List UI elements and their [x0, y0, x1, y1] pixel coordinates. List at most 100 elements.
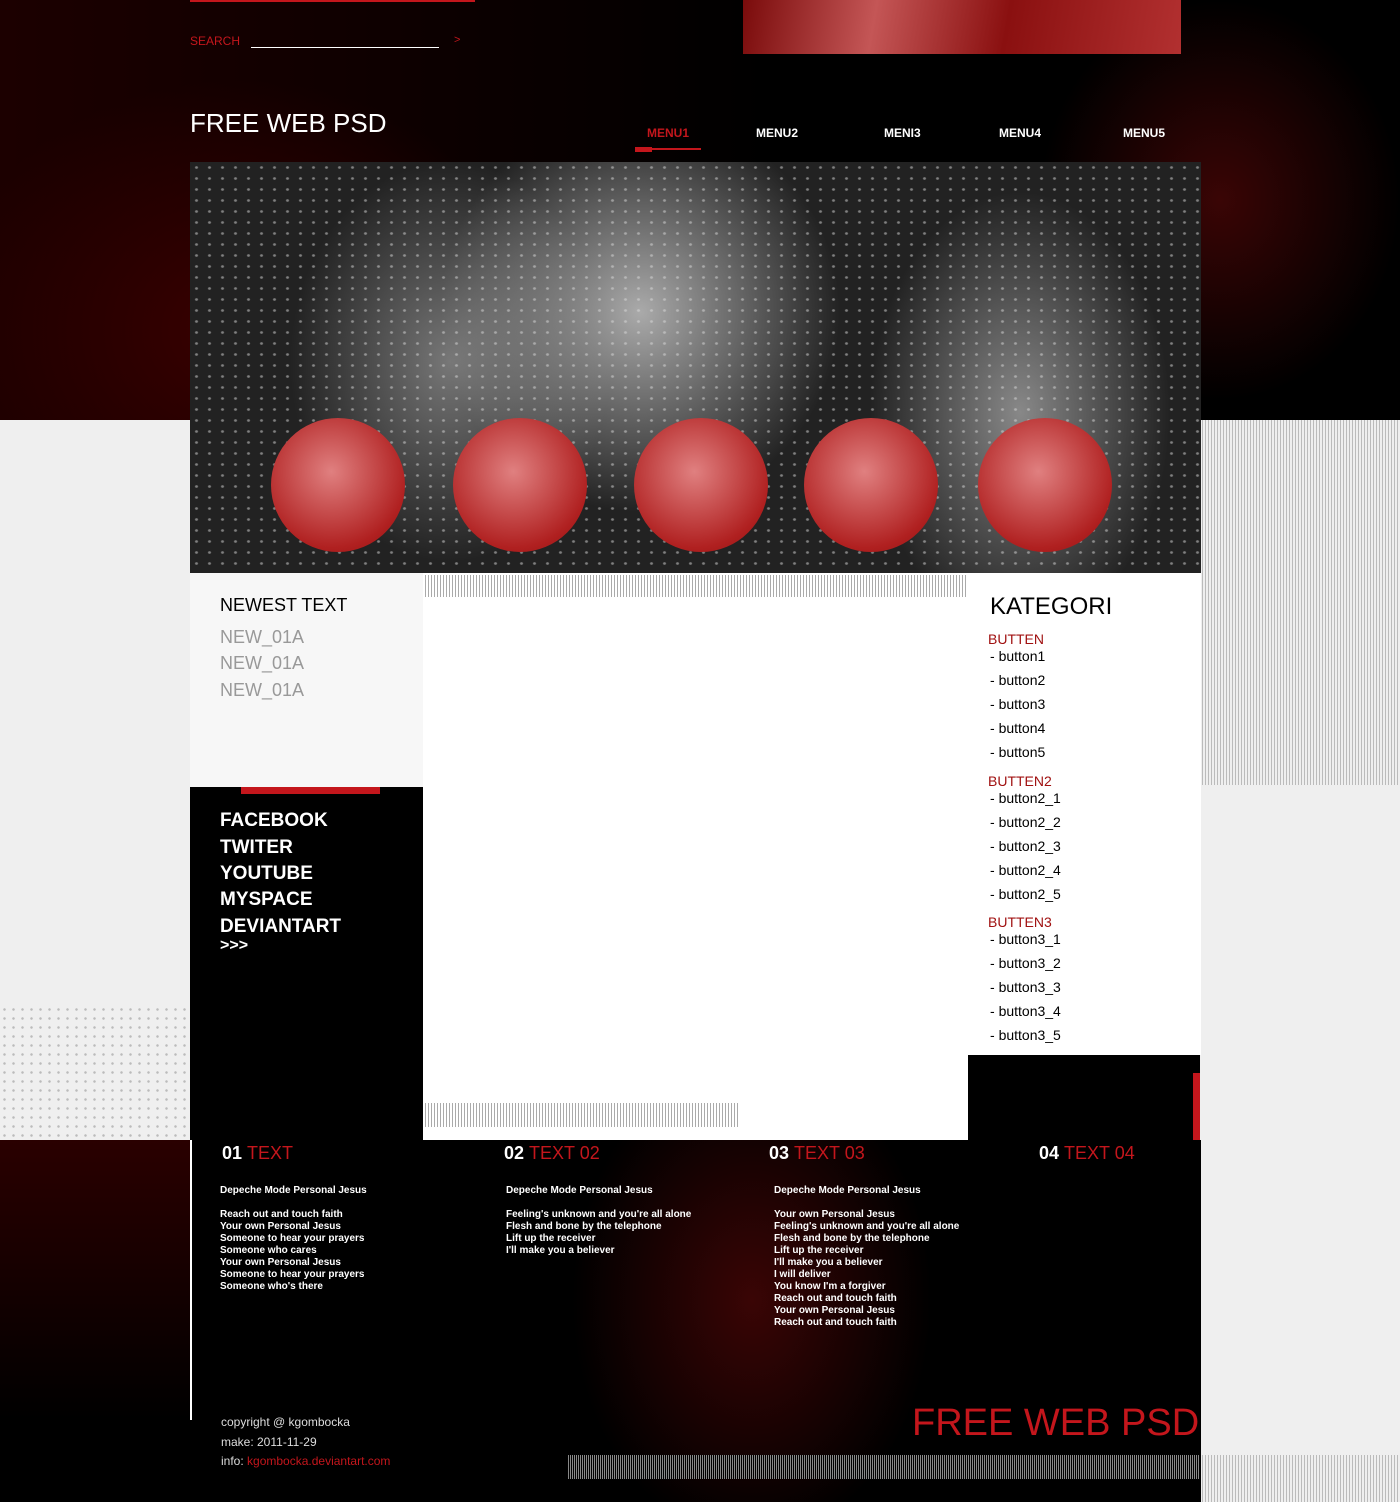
menu-item-4[interactable]: MENU4: [999, 126, 1041, 140]
bullet: -: [990, 931, 999, 947]
bullet: -: [990, 862, 999, 878]
kategori-item-label: button2_2: [998, 814, 1061, 830]
kategori-item[interactable]: - button3_4: [990, 1003, 1061, 1019]
column-number: 02: [504, 1143, 525, 1163]
kategori-item[interactable]: - button3_2: [990, 955, 1061, 971]
bullet: -: [990, 814, 999, 830]
search-submit-button[interactable]: >: [454, 34, 460, 46]
bullet: -: [990, 790, 999, 806]
info-label: info:: [221, 1454, 248, 1468]
column-title-4: 04 TEXT 04: [1039, 1143, 1135, 1164]
info-link[interactable]: kgombocka.deviantart.com: [247, 1454, 390, 1468]
kategori-item[interactable]: - button2_1: [990, 790, 1061, 806]
active-menu-marker: [635, 147, 652, 152]
kategori-item-label: button3_3: [998, 979, 1061, 995]
menu-item-5[interactable]: MENU5: [1123, 126, 1165, 140]
slider-thumb-4[interactable]: [804, 418, 938, 552]
stripe-pattern: [425, 575, 968, 597]
stripe-pattern: [1202, 420, 1400, 785]
divider: [190, 1140, 192, 1420]
menu-item-3[interactable]: MENI3: [884, 126, 921, 140]
bullet: -: [990, 886, 999, 902]
left-bottom-gradient: [0, 1140, 190, 1420]
bullet: -: [990, 1003, 999, 1019]
kategori-item[interactable]: - button3_3: [990, 979, 1061, 995]
bullet: -: [990, 720, 999, 736]
bullet: -: [990, 672, 999, 688]
make-date: make: 2011-11-29: [221, 1434, 317, 1449]
social-myspace[interactable]: MYSPACE: [220, 889, 313, 911]
column-title-1: 01 TEXT: [222, 1143, 293, 1164]
kategori-item[interactable]: - button3_1: [990, 931, 1061, 947]
newest-item[interactable]: NEW_01A: [220, 653, 304, 674]
social-accent-bar: [241, 787, 380, 794]
kategori-group-label: BUTTEN2: [988, 773, 1052, 789]
bullet: -: [990, 955, 999, 971]
kategori-item-label: button3_1: [998, 931, 1061, 947]
column-number: 03: [769, 1143, 790, 1163]
slider-thumb-1[interactable]: [271, 418, 405, 552]
column-heading: TEXT 02: [529, 1143, 600, 1163]
menu-item-2[interactable]: MENU2: [756, 126, 798, 140]
kategori-item-label: button2_3: [998, 838, 1061, 854]
slider-thumb-2[interactable]: [453, 418, 587, 552]
kategori-item[interactable]: - button5: [990, 744, 1045, 760]
column-text-3: Depeche Mode Personal Jesus Your own Per…: [774, 1185, 960, 1328]
kategori-item-label: button4: [998, 720, 1046, 736]
kategori-item-label: button5: [998, 744, 1046, 760]
social-deviantart[interactable]: DEVIANTART: [220, 916, 341, 938]
kategori-item[interactable]: - button2_3: [990, 838, 1061, 854]
kategori-group-label: BUTTEN: [988, 631, 1044, 647]
social-twitter[interactable]: TWITER: [220, 837, 293, 859]
column-number: 04: [1039, 1143, 1060, 1163]
social-facebook[interactable]: FACEBOOK: [220, 810, 328, 832]
social-more[interactable]: >>>: [220, 937, 248, 955]
kategori-item-label: button3_2: [998, 955, 1061, 971]
social-youtube[interactable]: YOUTUBE: [220, 863, 313, 885]
stripe-pattern: [425, 1103, 740, 1127]
menu-item-1[interactable]: MENU1: [647, 126, 689, 140]
column-heading: TEXT 04: [1064, 1143, 1135, 1163]
kategori-item[interactable]: - button2: [990, 672, 1045, 688]
bullet: -: [990, 696, 999, 712]
newest-text-panel: NEWEST TEXT NEW_01A NEW_01A NEW_01A: [190, 573, 423, 787]
column-heading: TEXT 03: [794, 1143, 865, 1163]
kategori-item[interactable]: - button2_5: [990, 886, 1061, 902]
column-text-1: Depeche Mode Personal Jesus Reach out an…: [220, 1185, 367, 1292]
site-logo[interactable]: FREE WEB PSD: [190, 108, 386, 139]
kategori-item-label: button2: [998, 672, 1046, 688]
kategori-item-label: button2_4: [998, 862, 1061, 878]
bullet: -: [990, 838, 999, 854]
stripe-pattern: [1202, 1455, 1400, 1502]
stripe-pattern: [568, 1455, 1200, 1479]
kategori-item-label: button2_1: [998, 790, 1061, 806]
kategori-item-label: button3_5: [998, 1027, 1061, 1043]
column-title-3: 03 TEXT 03: [769, 1143, 865, 1164]
column-text-2: Depeche Mode Personal Jesus Feeling's un…: [506, 1185, 692, 1256]
social-links-panel: FACEBOOK TWITER YOUTUBE MYSPACE DEVIANTA…: [192, 794, 423, 1140]
kategori-item[interactable]: - button1: [990, 648, 1045, 664]
column-number: 01: [222, 1143, 243, 1163]
slider-thumb-5[interactable]: [978, 418, 1112, 552]
newest-item[interactable]: NEW_01A: [220, 627, 304, 648]
kategori-item[interactable]: - button3_5: [990, 1027, 1061, 1043]
main-content: [423, 573, 968, 1140]
search-label: SEARCH: [190, 34, 241, 48]
kategori-item[interactable]: - button2_4: [990, 862, 1061, 878]
newest-item[interactable]: NEW_01A: [220, 680, 304, 701]
kategori-item-label: button1: [998, 648, 1046, 664]
search-input[interactable]: [251, 30, 439, 48]
footer-info: copyright @ kgombocka make: 2011-11-29 i…: [221, 1413, 390, 1472]
kategori-item[interactable]: - button2_2: [990, 814, 1061, 830]
kategori-item[interactable]: - button4: [990, 720, 1045, 736]
dot-pattern: [0, 1005, 188, 1140]
column-title-2: 02 TEXT 02: [504, 1143, 600, 1164]
kategori-item-label: button3_4: [998, 1003, 1061, 1019]
kategori-title: KATEGORI: [990, 593, 1113, 620]
kategori-panel: KATEGORI BUTTEN - button1- button2- butto…: [968, 573, 1201, 1055]
kategori-item-label: button3: [998, 696, 1046, 712]
newest-title: NEWEST TEXT: [220, 595, 348, 615]
kategori-group-label: BUTTEN3: [988, 914, 1052, 930]
slider-thumb-3[interactable]: [634, 418, 768, 552]
kategori-item[interactable]: - button3: [990, 696, 1045, 712]
